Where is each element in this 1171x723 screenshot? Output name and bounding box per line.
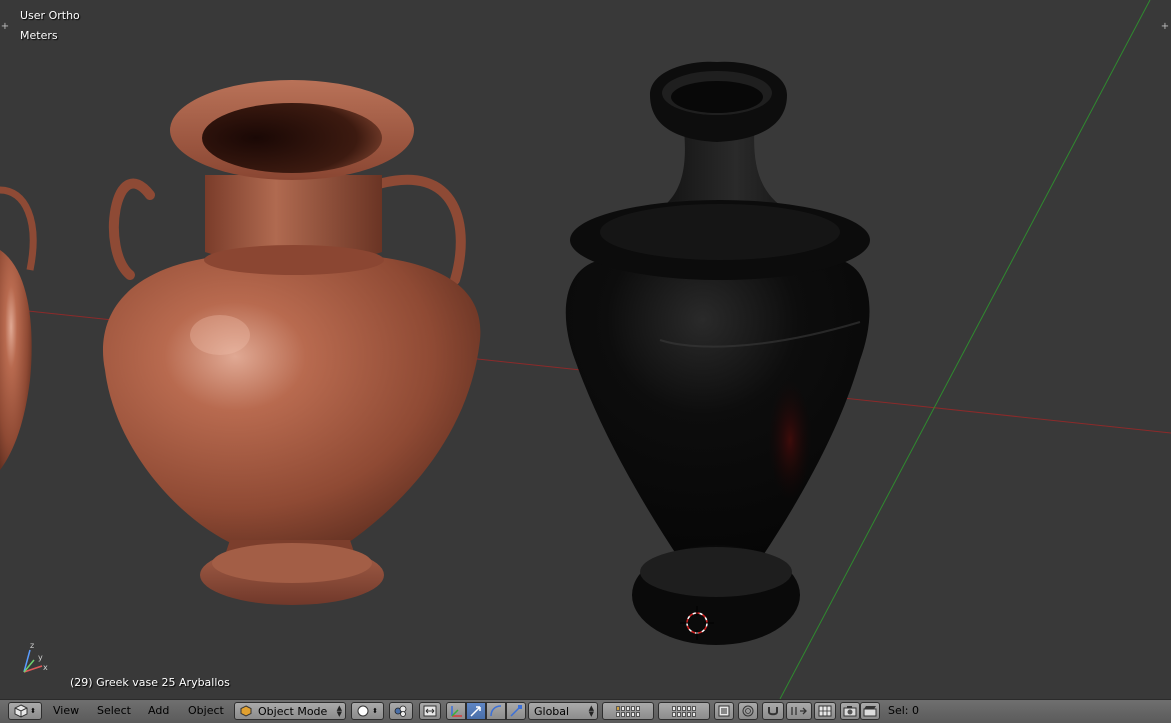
manipulator-toggle[interactable] (446, 702, 466, 720)
global-transform-toggle[interactable] (419, 702, 441, 720)
proportional-edit-icon (742, 705, 754, 717)
snap-grid-icon (818, 705, 832, 717)
snap-increment-icon (791, 707, 807, 715)
shading-button[interactable]: ⬍ (351, 702, 384, 720)
object-mode-icon (240, 705, 252, 717)
mode-dropdown[interactable]: Object Mode ▲ ▼ (234, 702, 346, 720)
menu-view[interactable]: View (53, 704, 79, 717)
pivot-button[interactable] (389, 702, 413, 720)
cube-icon (14, 704, 28, 718)
rotate-manipulator-button[interactable] (486, 702, 506, 720)
scale-manipulator-button[interactable] (506, 702, 526, 720)
sphere-icon (357, 705, 369, 717)
selection-info: Sel: 0 (888, 704, 920, 717)
opengl-render-button[interactable] (840, 702, 860, 720)
editor-type-button[interactable]: ⬍ (8, 702, 42, 720)
snap-target-button[interactable] (814, 702, 836, 720)
view-name-label: User Ortho (20, 9, 80, 22)
units-label: Meters (20, 29, 58, 42)
shading-arrows-icon: ⬍ (372, 707, 378, 715)
editor-type-arrows-icon: ⬍ (30, 707, 36, 715)
viewport-header: ⬍ View Select Add Object Object Mode ▲ ▼ … (0, 699, 1171, 723)
snap-toggle-button[interactable] (762, 702, 784, 720)
axis-gizmo: z y x (23, 641, 48, 673)
transform-arrows-icon (423, 705, 437, 717)
menu-add[interactable]: Add (148, 704, 169, 717)
layers-group-1[interactable] (602, 702, 654, 720)
opengl-animation-button[interactable] (860, 702, 880, 720)
magnet-icon (768, 707, 778, 716)
menu-select[interactable]: Select (97, 704, 131, 717)
black-vase (565, 61, 870, 645)
3d-viewport[interactable]: z y x User Ortho Meters (29) Greek vase … (0, 0, 1171, 699)
mode-arrows-icon: ▲ ▼ (336, 704, 342, 718)
scene-canvas[interactable]: z y x (0, 0, 1171, 699)
terracotta-amphora (102, 80, 481, 605)
mode-label: Object Mode (258, 704, 328, 718)
layers-lock-icon (718, 705, 730, 717)
camera-icon (843, 706, 857, 717)
svg-text:z: z (30, 641, 34, 650)
region-toggle-right-icon[interactable]: + (1160, 22, 1170, 32)
scale-icon (510, 705, 522, 717)
proportional-edit-button[interactable] (738, 702, 758, 720)
manipulator-icon (451, 706, 462, 717)
snap-element-button[interactable] (786, 702, 812, 720)
clapperboard-icon (863, 706, 877, 717)
pivot-icon (394, 705, 407, 717)
region-toggle-left-icon[interactable]: + (0, 22, 10, 32)
layers-group-2[interactable] (658, 702, 710, 720)
arrow-icon (470, 706, 481, 717)
lock-layers-button[interactable] (714, 702, 734, 720)
svg-text:y: y (38, 653, 43, 662)
rotate-icon (490, 705, 502, 717)
orientation-label: Global (534, 704, 570, 718)
layers-grid-icon-2 (672, 705, 696, 717)
partial-vase-left (0, 186, 37, 470)
svg-text:x: x (43, 663, 48, 672)
menu-object[interactable]: Object (188, 704, 224, 717)
translate-manipulator-button[interactable] (466, 702, 486, 720)
layers-grid-icon (616, 705, 640, 717)
orientation-dropdown[interactable]: Global ▲ ▼ (528, 702, 598, 720)
active-object-label: (29) Greek vase 25 Aryballos (70, 676, 230, 689)
orientation-arrows-icon: ▲ ▼ (588, 704, 594, 718)
